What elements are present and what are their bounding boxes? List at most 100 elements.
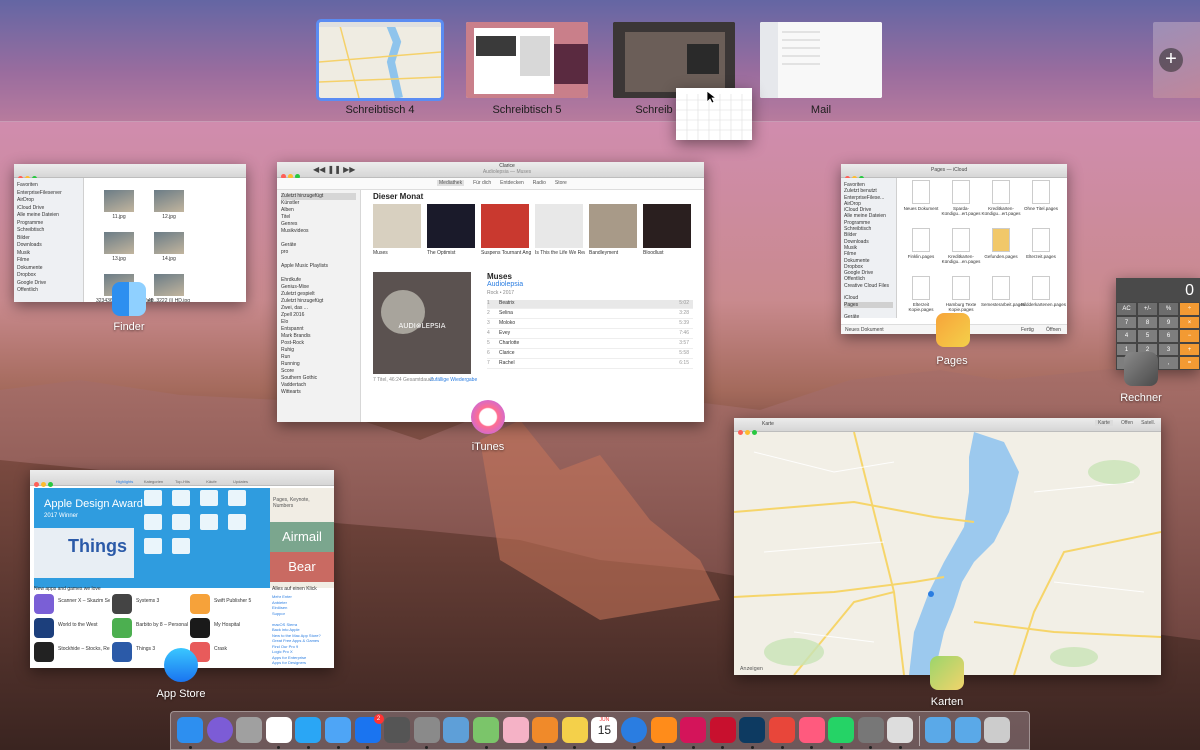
appstore-tab[interactable]: Käufe [197, 471, 226, 484]
file-item[interactable]: 13.jpg [96, 232, 142, 262]
finder-sidebar-item[interactable]: iCloud Drive [17, 205, 80, 213]
finder-icon[interactable] [177, 717, 203, 743]
quick-link[interactable]: Apps for Designers [272, 660, 321, 666]
finder-sidebar-item[interactable]: Dropbox [17, 272, 80, 280]
app-list-item[interactable]: Stockhide – Stocks, Real Ti... [34, 642, 110, 664]
document-item[interactable]: Kreditkarten-Kündigu...ert.pages [981, 180, 1021, 216]
track-row[interactable]: 1 Beatrix 5:02 [487, 300, 693, 309]
itunes-sidebar-item[interactable]: Elo [281, 319, 356, 326]
file-item[interactable]: 40_3222 (i) HD.jpg [146, 274, 192, 302]
trash-icon[interactable] [984, 717, 1011, 743]
chrome-icon[interactable] [769, 717, 795, 743]
itunes-sidebar-item[interactable]: Apple Music Playlists [281, 263, 356, 270]
add-space-button[interactable]: + [1153, 22, 1200, 98]
document-item[interactable]: Neues Dokument [901, 180, 941, 211]
app-list-item[interactable]: Scanner X – Skazim Se Ve... [34, 594, 110, 616]
appstore-icon[interactable]: 2 [354, 714, 384, 743]
calculator-key[interactable]: 5 [1137, 329, 1158, 343]
album-cover[interactable] [535, 204, 583, 248]
itunes-window[interactable]: ◀◀ ❚❚ ▶▶ Clarice Audiolepsia — Muses Med… [277, 162, 704, 422]
itunes-sidebar-item[interactable]: Running [281, 361, 356, 368]
calculator-key[interactable]: 7 [1116, 315, 1137, 329]
calculator-key[interactable]: AC [1116, 302, 1137, 316]
track-row[interactable]: 3 Moloko 5:39 [487, 320, 693, 329]
calculator-key[interactable]: 3 [1158, 342, 1179, 356]
itunes-sidebar-item[interactable]: Ehrdkufe [281, 277, 356, 284]
siri-icon[interactable] [206, 717, 233, 743]
map-mode-button[interactable]: Karte [1095, 420, 1113, 426]
itunes-icon[interactable] [798, 717, 825, 743]
document-item[interactable]: Hamburg Texte Kopie.pages [941, 276, 981, 312]
document-item[interactable]: Gefunden.pages [981, 228, 1021, 259]
app-list-item[interactable]: My Hospital [190, 618, 266, 640]
itunes-sidebar-item[interactable]: Mark Brandis [281, 333, 356, 340]
itunes-tab[interactable]: Entdecken [500, 180, 524, 186]
app-list-item[interactable]: World to the West [34, 618, 110, 640]
document-item[interactable]: Sparda-Kündigu...ert.pages [941, 180, 981, 216]
album-cover[interactable] [643, 204, 691, 248]
app-list-item[interactable]: Swift Publisher 5 [190, 594, 266, 616]
finder-sidebar-item[interactable]: Filme [17, 257, 80, 265]
itunes-sidebar-item[interactable]: Zwei, das ... [281, 305, 356, 312]
documents-folder-icon[interactable] [954, 717, 981, 743]
itunes-sidebar-item[interactable]: Zpell 2016 [281, 312, 356, 319]
itunes-sidebar-item[interactable] [281, 256, 356, 263]
downloads-folder-icon[interactable] [925, 717, 951, 743]
finder-sidebar-item[interactable]: Musik [17, 250, 80, 258]
album-artist[interactable]: Audiolepsia [487, 281, 523, 288]
finder-sidebar-item[interactable]: Öffentlich [17, 287, 80, 295]
featured-banner[interactable]: Apple Design Award 2017 Winner Things [34, 488, 270, 588]
itunes-sidebar-item[interactable]: Genius-Mixe [281, 284, 356, 291]
file-item[interactable]: 12.jpg [146, 190, 192, 220]
map-canvas[interactable]: Anzeigen [734, 431, 1161, 675]
album-cover[interactable] [373, 204, 421, 248]
system-preferences-icon[interactable] [413, 717, 440, 743]
itunes-sidebar-item[interactable]: Titel [281, 214, 356, 221]
space-schreibtisch-5[interactable]: Schreibtisch 5 [466, 22, 588, 116]
finder-sidebar-item[interactable]: Programme [17, 220, 80, 228]
quick-link[interactable]: Great Free Apps & Games [272, 638, 321, 644]
calculator-key[interactable]: 4 [1116, 329, 1137, 343]
acrobat-icon[interactable] [709, 717, 736, 743]
itunes-sidebar-item[interactable] [281, 270, 356, 277]
map-mode-button[interactable]: Satell. [1141, 420, 1155, 426]
space-mail[interactable]: Mail [760, 22, 882, 116]
calculator-key[interactable]: 6 [1158, 329, 1179, 343]
itunes-tab[interactable]: Mediathek [437, 180, 465, 186]
appstore-tab[interactable]: Top-Hits [168, 471, 197, 484]
album-cover[interactable] [427, 204, 475, 248]
notes-icon[interactable] [265, 717, 292, 743]
finder-sidebar-item[interactable]: Schreibtisch [17, 227, 80, 235]
app-list-item[interactable]: Barbito by 8 – Personal Fine... [112, 618, 188, 640]
itunes-tab[interactable]: Für dich [473, 180, 491, 186]
photos-icon[interactable] [502, 717, 529, 743]
finder-sidebar-item[interactable]: Bilder [17, 235, 80, 243]
itunes-sidebar-item[interactable]: pro [281, 249, 356, 256]
map-mode-button[interactable]: Offen [1121, 420, 1133, 426]
mail-icon[interactable] [325, 717, 351, 743]
scrivener-icon[interactable] [887, 717, 914, 743]
calculator-key[interactable]: − [1179, 329, 1200, 343]
itunes-sidebar-item[interactable]: Southern Gothic [281, 375, 356, 382]
itunes-sidebar-item[interactable]: Zuletzt hinzugefügt [281, 193, 356, 200]
books-icon[interactable] [532, 717, 559, 743]
document-item[interactable]: Elterzeit Kopie.pages [901, 276, 941, 312]
calculator-key[interactable]: = [1179, 356, 1200, 370]
calculator-key[interactable]: % [1158, 302, 1179, 316]
calendar-icon[interactable]: JUN 15 [591, 717, 618, 743]
finder-sidebar-item[interactable]: Alle meine Dateien [17, 212, 80, 220]
document-item[interactable]: Ohne Titel.pages [1021, 180, 1061, 211]
track-row[interactable]: 4 Evey 7:46 [487, 330, 693, 339]
itunes-sidebar-item[interactable]: Künstler [281, 200, 356, 207]
finder-sidebar-item[interactable]: Downloads [17, 242, 80, 250]
whatsapp-icon[interactable] [828, 717, 855, 743]
playback-controls[interactable]: ◀◀ ❚❚ ▶▶ [313, 165, 355, 174]
document-item[interactable]: Kreditkarten-Kündigu...en.pages [941, 228, 981, 264]
itunes-sidebar-item[interactable]: Ruhig [281, 347, 356, 354]
itunes-sidebar-item[interactable]: Vaddertach [281, 382, 356, 389]
appstore-tab[interactable]: Updates [226, 471, 255, 484]
messages-icon[interactable] [295, 717, 322, 743]
safari-icon[interactable] [621, 717, 647, 743]
pages-sidebar-item[interactable]: Alle meine Dateien [844, 213, 893, 219]
document-item[interactable]: Semesterarbeit.pages [981, 276, 1025, 307]
